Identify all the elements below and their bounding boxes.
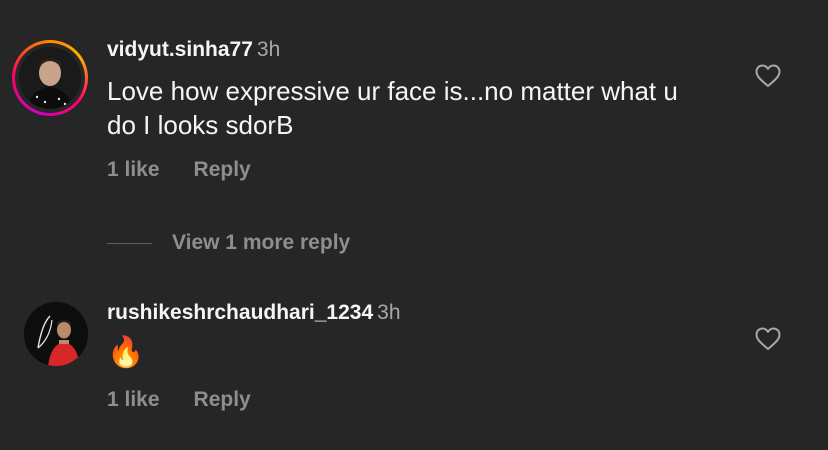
reply-button[interactable]: Reply bbox=[194, 158, 251, 181]
like-count[interactable]: 1 like bbox=[107, 388, 160, 411]
comment-meta: 1 like Reply bbox=[107, 388, 251, 412]
username-text[interactable]: rushikeshrchaudhari_1234 bbox=[107, 301, 373, 324]
comment-timestamp: 3h bbox=[256, 38, 281, 61]
username-text[interactable]: vidyut.sinha77 bbox=[107, 38, 253, 61]
heart-icon[interactable] bbox=[755, 64, 781, 88]
avatar-photo bbox=[19, 47, 81, 109]
comment-timestamp: 3h bbox=[377, 301, 401, 324]
comment-text: 🔥 bbox=[107, 336, 145, 369]
profile-photo-icon bbox=[19, 47, 81, 109]
view-more-replies-label[interactable]: View 1 more reply bbox=[172, 231, 350, 255]
comment-username[interactable]: vidyut.sinha77 3h bbox=[107, 38, 280, 62]
divider bbox=[107, 242, 152, 244]
reply-button[interactable]: Reply bbox=[194, 388, 251, 411]
avatar[interactable] bbox=[24, 302, 88, 366]
like-count[interactable]: 1 like bbox=[107, 158, 160, 181]
profile-photo-icon bbox=[24, 302, 88, 366]
comment-text: Love how expressive ur face is...no matt… bbox=[107, 76, 678, 140]
comment-meta: 1 like Reply bbox=[107, 158, 251, 182]
view-more-replies-button[interactable]: View 1 more reply bbox=[107, 228, 350, 258]
heart-icon[interactable] bbox=[755, 327, 781, 351]
comment-username[interactable]: rushikeshrchaudhari_1234 3h bbox=[107, 301, 401, 325]
avatar[interactable] bbox=[12, 40, 88, 116]
